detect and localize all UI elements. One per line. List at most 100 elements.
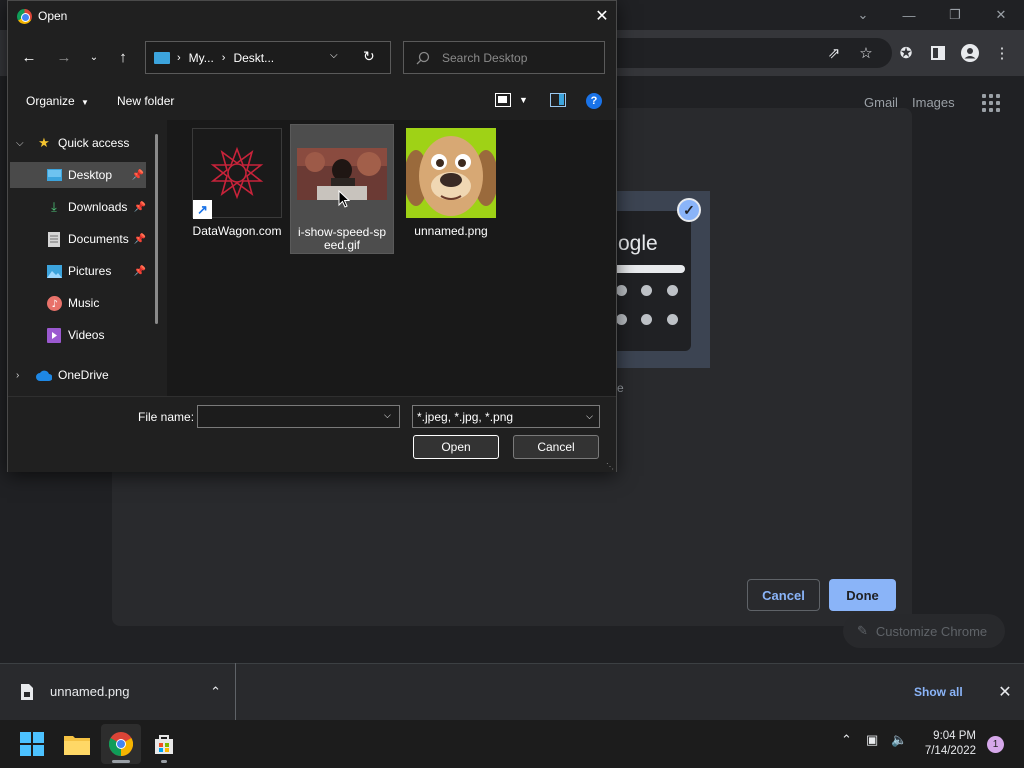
restore-button[interactable]: ❐ (932, 0, 978, 30)
modal-cancel-button[interactable]: Cancel (747, 579, 820, 611)
address-dropdown-icon[interactable]: ⌵ (330, 50, 338, 61)
nav-item-videos[interactable]: Videos (8, 322, 148, 348)
nav-item-label: OneDrive (58, 368, 109, 382)
images-link[interactable]: Images (912, 95, 955, 110)
nav-item-desktop[interactable]: Desktop 📌 (10, 162, 146, 188)
chevron-up-icon[interactable]: ⌃ (841, 732, 852, 748)
nav-item-quick-access[interactable]: ⌵ ★ Quick access (8, 130, 148, 156)
bookmark-star-icon[interactable]: ☆ (851, 38, 881, 68)
start-button[interactable] (12, 724, 52, 764)
pin-icon[interactable]: 📌 (134, 266, 146, 277)
show-all-downloads-button[interactable]: Show all (914, 663, 980, 720)
recent-locations-chevron-icon[interactable]: ⌄ (81, 44, 107, 70)
organize-label: Organize (26, 94, 75, 108)
file-item-i-show-speed-gif[interactable]: i-show-speed-sp eed.gif (290, 124, 394, 254)
dialog-title-bar: Open (8, 1, 616, 31)
chrome-menu-icon[interactable]: ⋮ (987, 38, 1017, 68)
up-arrow-icon[interactable]: ↑ (110, 44, 136, 70)
file-name: DataWagon.com (192, 224, 282, 238)
store-taskbar-button[interactable] (144, 724, 184, 764)
file-name-dropdown-icon[interactable]: ⌵ (384, 410, 391, 421)
theme-preview-dot (641, 314, 652, 325)
chevron-up-icon[interactable]: ⌃ (210, 684, 221, 700)
search-input[interactable]: Search Desktop (403, 41, 605, 74)
theme-preview-dot (667, 285, 678, 296)
chrome-taskbar-button[interactable] (101, 724, 141, 764)
view-mode-icon[interactable] (495, 93, 511, 107)
file-explorer-taskbar-button[interactable] (57, 724, 97, 764)
organize-button[interactable]: Organize ▼ (26, 94, 89, 108)
open-button[interactable]: Open (413, 435, 499, 459)
google-apps-icon[interactable] (982, 94, 1000, 112)
modal-done-button[interactable]: Done (829, 579, 896, 611)
resize-grip-icon[interactable]: ⋱ (606, 462, 614, 471)
breadcrumb-segment[interactable]: My... (189, 51, 214, 65)
nav-pane-scrollbar[interactable] (155, 134, 158, 324)
chevron-down-icon: ⌵ (586, 411, 593, 421)
pictures-icon (46, 263, 62, 279)
file-item-unnamed-png[interactable]: unnamed.png (399, 124, 503, 254)
share-icon[interactable]: ⇗ (819, 38, 849, 68)
tab-search-chevron-icon[interactable]: ⌄ (840, 0, 886, 30)
nav-item-label: Music (68, 296, 100, 310)
pencil-icon: ✎ (857, 623, 868, 638)
file-name-input[interactable] (197, 405, 400, 428)
cancel-button[interactable]: Cancel (513, 435, 599, 459)
download-item[interactable]: unnamed.png ⌃ (0, 663, 236, 720)
star-icon: ★ (38, 135, 50, 150)
this-pc-icon (154, 51, 170, 64)
dialog-title: Open (38, 9, 68, 23)
windows-logo-icon (20, 732, 44, 756)
back-arrow-icon[interactable]: ← (16, 44, 42, 70)
pin-icon[interactable]: 📌 (132, 170, 144, 181)
file-item-datawagon[interactable]: ↗ DataWagon.com (185, 124, 289, 254)
file-icon (20, 683, 34, 700)
notification-badge[interactable]: 1 (987, 736, 1004, 753)
dog-image (406, 128, 496, 218)
theme-preview-dot (616, 285, 627, 296)
chrome-icon (109, 732, 133, 756)
nav-item-music[interactable]: ♪ Music (8, 290, 148, 316)
minimize-button[interactable]: — (886, 0, 932, 30)
theme-caption: e (617, 381, 624, 395)
volume-icon[interactable]: 🔈 (891, 732, 907, 748)
window-close-button[interactable]: ✕ (978, 0, 1024, 30)
clock-date: 7/14/2022 (924, 745, 976, 757)
nav-item-pictures[interactable]: Pictures 📌 (8, 258, 148, 284)
check-icon: ✓ (677, 198, 701, 222)
omnibox[interactable] (612, 38, 892, 68)
preview-pane-icon[interactable] (550, 93, 566, 107)
nav-item-onedrive[interactable]: › OneDrive (8, 362, 148, 388)
dialog-close-button[interactable]: ✕ (588, 3, 616, 29)
file-thumbnail (406, 128, 496, 218)
pin-icon[interactable]: 📌 (134, 202, 146, 213)
folder-icon (64, 736, 90, 755)
breadcrumb-segment[interactable]: Deskt... (233, 51, 274, 65)
svg-text:♪: ♪ (51, 299, 57, 310)
shortcut-arrow-icon: ↗ (193, 200, 212, 219)
refresh-icon[interactable]: ↻ (363, 48, 375, 65)
network-icon[interactable]: ▣ (866, 732, 878, 748)
file-name-label: File name: (138, 410, 195, 424)
profile-icon[interactable] (955, 38, 985, 68)
nav-item-documents[interactable]: Documents 📌 (8, 226, 148, 252)
theme-preview-logo: ogle (618, 232, 658, 255)
view-mode-dropdown-icon[interactable]: ▼ (519, 95, 528, 105)
nav-item-label: Quick access (58, 136, 130, 150)
side-panel-icon[interactable] (923, 38, 953, 68)
customize-chrome-button[interactable]: ✎ Customize Chrome (843, 614, 1005, 648)
close-shelf-icon[interactable]: ✕ (993, 663, 1017, 720)
file-thumbnail: ↗ (192, 128, 282, 219)
file-type-select[interactable]: *.jpeg, *.jpg, *.png ⌵ (412, 405, 600, 428)
forward-arrow-icon[interactable]: → (51, 44, 77, 70)
nav-item-downloads[interactable]: ⤓ Downloads 📌 (8, 194, 148, 220)
system-clock[interactable]: 9:04 PM 7/14/2022 (914, 729, 976, 759)
new-folder-button[interactable]: New folder (117, 94, 174, 108)
help-icon[interactable]: ? (586, 93, 602, 109)
pin-icon[interactable]: 📌 (134, 234, 146, 245)
extensions-icon[interactable]: ✪ (891, 38, 921, 68)
mouse-cursor-icon (338, 189, 351, 211)
address-bar[interactable]: › My... › Deskt... ⌵ ↻ (145, 41, 391, 74)
store-icon (155, 735, 173, 754)
active-app-indicator (112, 760, 130, 763)
